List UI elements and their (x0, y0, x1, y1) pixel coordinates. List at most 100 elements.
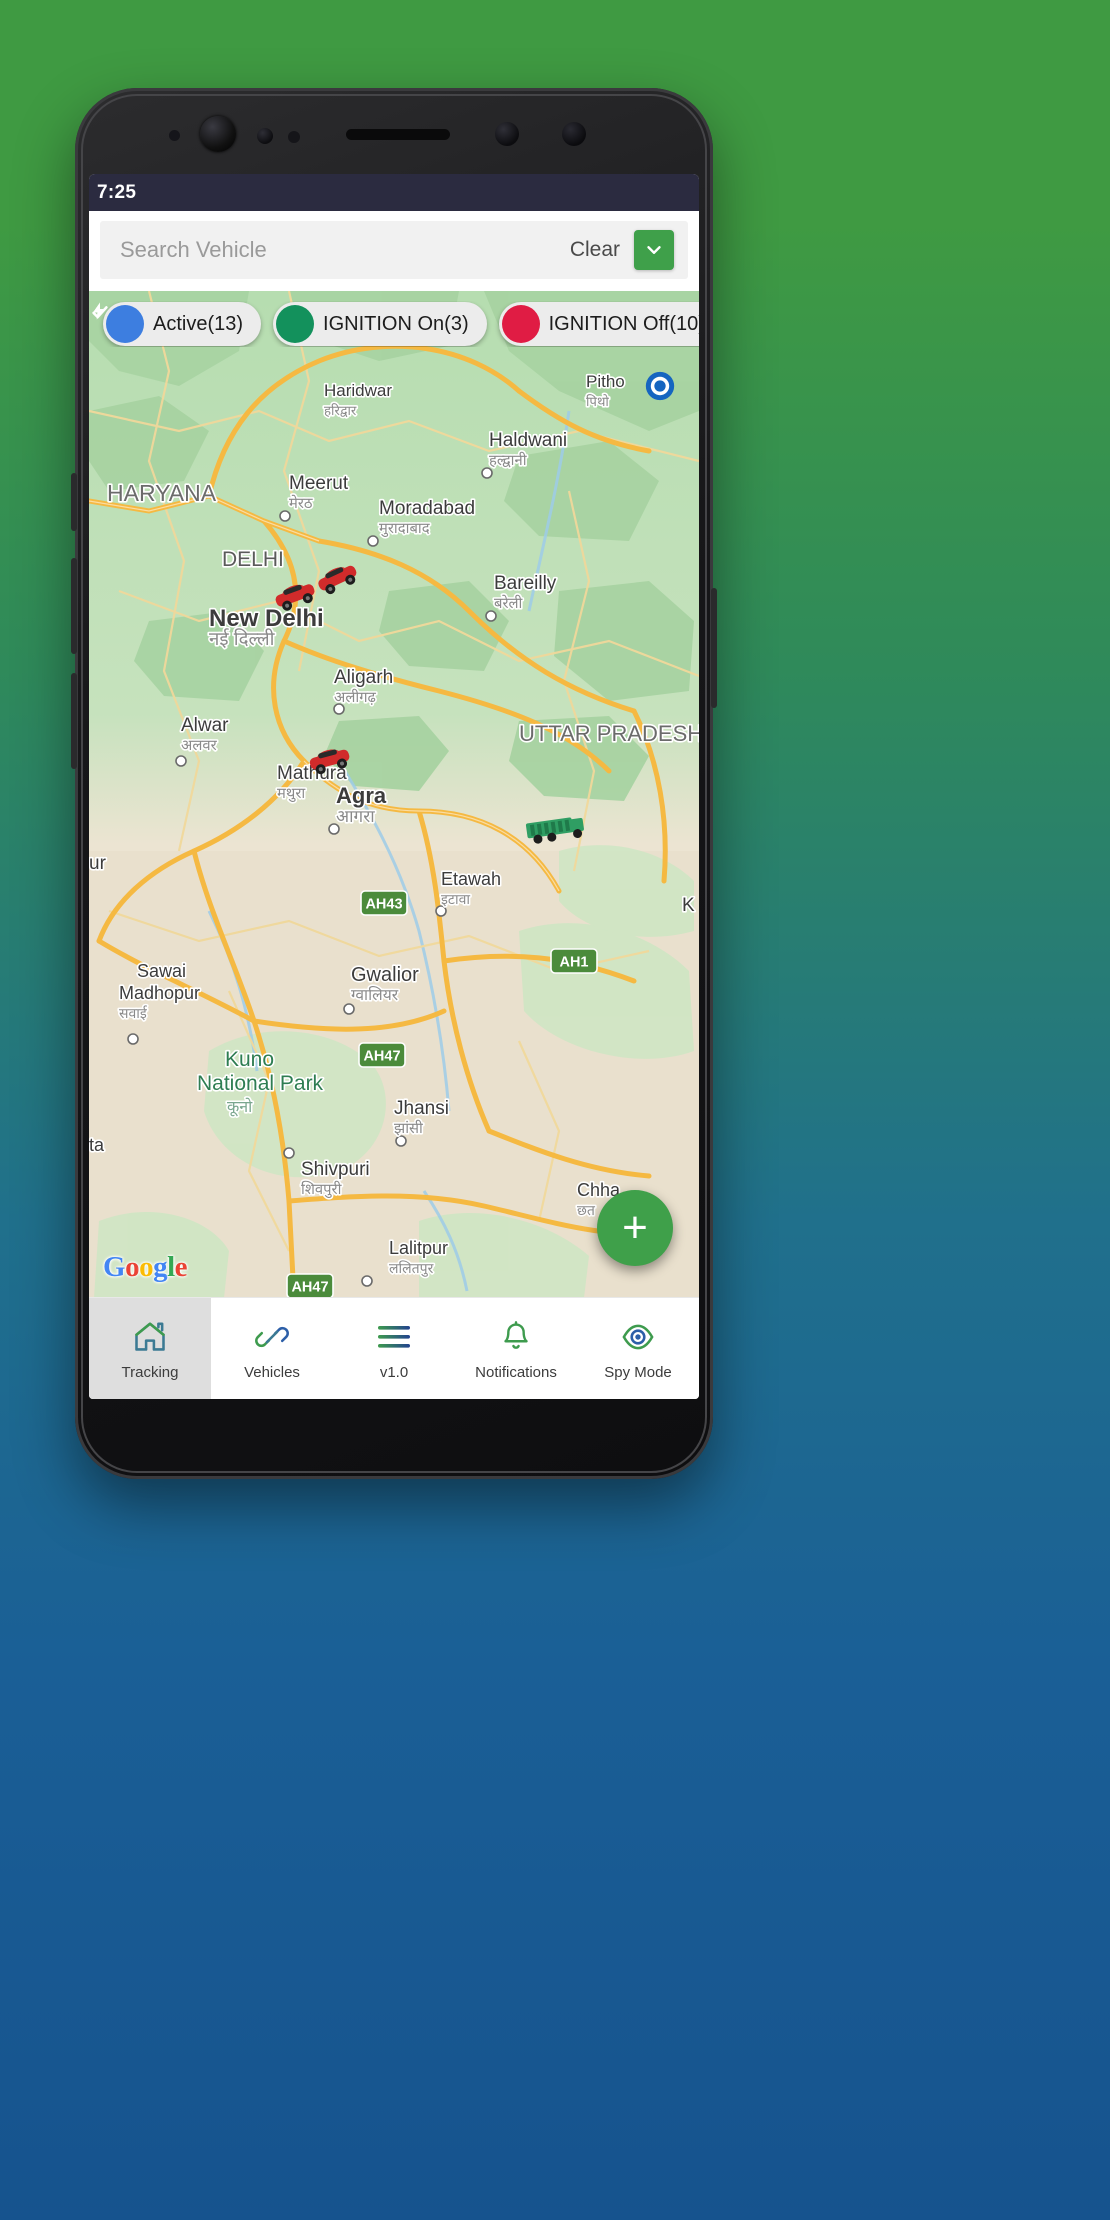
search-bar-container: Clear (89, 211, 699, 288)
highway-shield-label: AH1 (559, 955, 588, 971)
clear-button[interactable]: Clear (570, 238, 620, 262)
phone-screen: 7:25 Clear (89, 174, 699, 1399)
nav-item-spy-mode[interactable]: Spy Mode (577, 1298, 699, 1399)
map-city-label: Moradabad (379, 498, 475, 519)
nav-label-spy-mode: Spy Mode (604, 1363, 672, 1381)
map-state-label: HARYANA (107, 480, 217, 506)
map-labels-layer: HARYANAUTTAR PRADESHDELHINew Delhiनई दिल… (89, 370, 699, 1298)
map-city-sublabel: अलीगढ़ (334, 688, 377, 706)
map-city-sublabel: हल्द्वानी (489, 451, 528, 469)
google-logo-letter: l (167, 1251, 175, 1283)
map-city-label: Alwar (181, 715, 229, 736)
filter-chip-label: IGNITION On(3) (323, 312, 469, 335)
chevron-down-icon[interactable] (634, 230, 674, 270)
nav-item-menu[interactable]: v1.0 (333, 1298, 455, 1399)
map-city-sublabel: ग्वालियर (351, 986, 399, 1004)
nav-label-vehicles: Vehicles (244, 1363, 300, 1381)
filter-chip-label: Active(13) (153, 312, 244, 335)
menu-icon (374, 1317, 414, 1357)
my-location-icon[interactable] (643, 369, 677, 403)
map-city-label: Madhopur (119, 983, 200, 1003)
map-city-label: Shivpuri (301, 1159, 370, 1180)
bell-icon (499, 1317, 533, 1357)
map-city-sublabel: आगरा (336, 806, 375, 826)
map-state-label: DELHI (222, 548, 284, 571)
map-state-label: UTTAR PRADESH (519, 721, 699, 746)
map-city-label: Aligarh (334, 667, 393, 688)
map-city-sublabel: बरेली (494, 594, 524, 612)
nav-label-notifications: Notifications (475, 1363, 557, 1381)
map-city-sublabel: मुरादाबाद (379, 521, 431, 537)
map-city-sublabel: पिथो (586, 394, 609, 409)
bolt-icon (93, 302, 540, 343)
filter-chip-ignition-on-3[interactable]: IGNITION On(3) (93, 302, 487, 346)
add-vehicle-fab-button[interactable]: + (597, 1190, 673, 1266)
map-park-label: National Park (197, 1072, 324, 1095)
map-city-label: Jhansi (394, 1098, 449, 1119)
nav-item-tracking[interactable]: Tracking (89, 1298, 211, 1399)
filter-chip-active-13[interactable]: Active(13) (92, 302, 262, 346)
google-logo-letter: e (174, 1251, 188, 1283)
map-park-label: Kuno (225, 1048, 274, 1071)
google-logo-letter: o (125, 1251, 140, 1283)
map-city-label: Sawai (137, 961, 186, 981)
status-bar-clock: 7:25 (97, 181, 137, 203)
map-city-label: Gwalior (351, 964, 419, 986)
map-city-sublabel: ललितपुर (389, 1260, 434, 1277)
proximity-sensor-icon (257, 128, 273, 144)
map-city-sublabel: इटावा (441, 891, 470, 907)
device-volume-down-button (71, 673, 77, 769)
google-logo-letter: g (153, 1251, 168, 1283)
bottom-navigation-bar[interactable]: Tracking Vehicles v1.0 Notifications Spy… (89, 1297, 699, 1399)
link-icon (254, 1317, 290, 1357)
map-city-label: Agra (336, 783, 387, 808)
map-city-label: Bareilly (494, 573, 557, 594)
iris-sensor-icon (562, 122, 586, 146)
secondary-sensor-icon (495, 122, 519, 146)
map-city-sublabel: मथुरा (277, 786, 306, 802)
map-city-sublabel: हरिद्वार (324, 403, 357, 418)
map-city-sublabel: अलवर (181, 738, 218, 754)
search-bar[interactable]: Clear (100, 221, 688, 279)
earpiece-speaker (346, 129, 450, 140)
check-icon (92, 305, 144, 343)
map-city-label: Pitho (586, 372, 625, 391)
nav-label-tracking: Tracking (121, 1363, 179, 1381)
device-volume-up-button (71, 558, 77, 654)
status-bar: 7:25 (89, 174, 699, 211)
map-city-label: Meerut (289, 473, 349, 494)
map-city-label: Haridwar (324, 381, 392, 400)
map-city-label: Etawah (441, 869, 501, 889)
map-city-sublabel: शिवपुरी (301, 1180, 343, 1198)
filter-chip-ignition-off-10[interactable]: IGNITION Off(10) (93, 302, 699, 346)
highway-shield-label: AH47 (363, 1049, 400, 1065)
google-logo-letter: G (103, 1251, 126, 1283)
device-power-button (711, 588, 717, 708)
google-logo-letter: o (139, 1251, 154, 1283)
eye-icon (620, 1317, 656, 1357)
front-camera-icon (200, 116, 236, 152)
nav-item-notifications[interactable]: Notifications (455, 1298, 577, 1399)
map-city-label: ur (89, 853, 107, 874)
light-sensor-icon (288, 131, 300, 143)
search-input[interactable] (118, 236, 570, 264)
nav-item-vehicles[interactable]: Vehicles (211, 1298, 333, 1399)
device-sensor-cluster (75, 88, 713, 174)
nav-label-version: v1.0 (379, 1363, 409, 1381)
phone-device-frame: 7:25 Clear (71, 88, 717, 1479)
filter-chip-label: IGNITION Off(10) (548, 312, 699, 335)
map-city-sublabel: नई दिल्ली (209, 628, 276, 649)
map-city-label: Lalitpur (389, 1238, 448, 1258)
home-icon (132, 1317, 168, 1357)
bolt-icon (93, 302, 315, 343)
map-view[interactable]: HARYANA UTTAR PRADESH DELHI New Delhi नई दिल… (89, 291, 699, 1298)
map-city-label: ta (89, 1135, 105, 1155)
map-city-label: K (682, 895, 695, 916)
filter-chip-row[interactable]: Active(13) IGNITION On(3) IGNITION Off(10) (89, 301, 699, 347)
map-park-sublabel: कूनो (227, 1097, 253, 1117)
map-city-sublabel: झांसी (394, 1119, 424, 1137)
google-logo: Google (103, 1251, 188, 1284)
map-city-sublabel: छत (577, 1202, 596, 1218)
map-city-sublabel: मेरठ (289, 494, 313, 512)
sensor-dot-icon (169, 130, 180, 141)
